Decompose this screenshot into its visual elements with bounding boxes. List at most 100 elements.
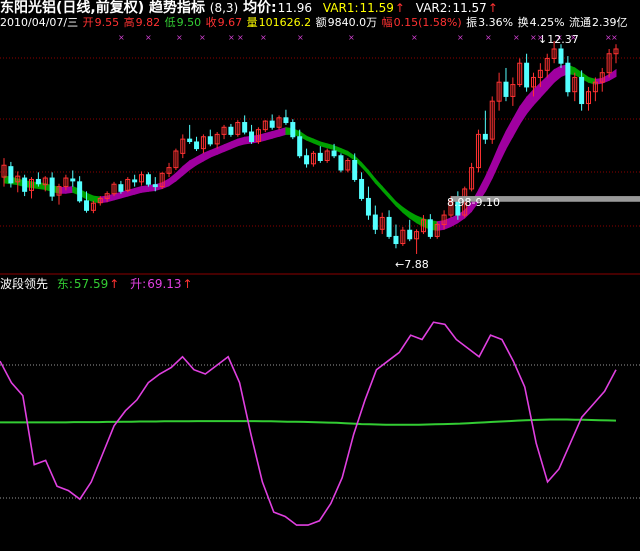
band-segment bbox=[546, 68, 555, 92]
band-segment bbox=[223, 141, 232, 153]
signal-marker: × bbox=[199, 33, 206, 42]
amount-value: 9840.0万 bbox=[327, 16, 378, 29]
candle-body bbox=[118, 184, 124, 192]
candle-body bbox=[269, 120, 275, 128]
candle-body bbox=[565, 62, 571, 93]
candle-body bbox=[407, 229, 413, 240]
candle-body bbox=[242, 122, 248, 133]
band-segment bbox=[532, 81, 541, 107]
band-segment bbox=[65, 186, 74, 194]
band-segment bbox=[237, 136, 246, 147]
signal-marker: × bbox=[228, 33, 235, 42]
band-segment bbox=[436, 220, 445, 231]
signal-marker: × bbox=[176, 33, 183, 42]
var2-arrow: ↑ bbox=[487, 1, 498, 15]
var1-label: VAR1: bbox=[322, 1, 359, 15]
band-segment bbox=[99, 195, 108, 204]
signal-marker: × bbox=[411, 33, 418, 42]
low-marker-value: 7.88 bbox=[404, 258, 429, 271]
band-segment bbox=[230, 138, 239, 150]
candle-body bbox=[297, 136, 303, 157]
band-segment bbox=[539, 75, 548, 99]
band-segment bbox=[168, 172, 177, 187]
band-segment bbox=[367, 169, 376, 185]
rise-label: 升: bbox=[130, 277, 147, 291]
band-segment bbox=[58, 187, 67, 194]
candle-body bbox=[8, 166, 14, 184]
band-segment bbox=[340, 147, 349, 157]
high-marker: ↓12.37 bbox=[538, 33, 579, 46]
band-segment bbox=[141, 185, 149, 193]
amplitude-label: 振 bbox=[466, 16, 478, 29]
band-segment bbox=[127, 187, 136, 197]
volume-label: 量 bbox=[246, 16, 258, 29]
east-arrow: ↑ bbox=[109, 277, 120, 291]
close-value: 9.67 bbox=[217, 16, 243, 29]
open-label: 开 bbox=[82, 16, 94, 29]
signal-marker: × bbox=[260, 33, 267, 42]
high-marker-value: 12.37 bbox=[547, 33, 579, 46]
band-segment bbox=[395, 200, 404, 214]
oscillator-series bbox=[0, 321, 617, 526]
band-segment bbox=[519, 95, 528, 126]
candle-body bbox=[207, 136, 213, 145]
band-segment bbox=[574, 67, 583, 80]
indicator-params: (8,3) bbox=[209, 1, 239, 15]
candle-body bbox=[194, 141, 200, 150]
rise-line bbox=[0, 321, 617, 526]
band-segment bbox=[189, 156, 198, 171]
band-segment bbox=[443, 217, 452, 231]
band-segment bbox=[326, 143, 335, 151]
low-marker: ←7.88 bbox=[395, 258, 429, 271]
candle-body bbox=[249, 131, 255, 143]
band-segment bbox=[209, 146, 218, 158]
band-segment bbox=[594, 77, 603, 85]
band-segment bbox=[505, 117, 514, 151]
candle-body bbox=[338, 155, 344, 171]
candle-body bbox=[558, 48, 564, 64]
candle-body bbox=[70, 178, 76, 182]
east-line bbox=[0, 418, 617, 426]
candle-body bbox=[304, 155, 310, 165]
band-segment bbox=[216, 144, 225, 156]
quote-row: 2010/04/07/三 开9.55 高9.82 低9.50 收9.67 量10… bbox=[0, 16, 629, 30]
band-segment bbox=[409, 211, 418, 224]
candle-body bbox=[22, 177, 28, 192]
var2-label: VAR2: bbox=[415, 1, 452, 15]
signal-marker: × bbox=[297, 33, 304, 42]
turnover-value: 4.25% bbox=[529, 16, 565, 29]
turnover-label: 换 bbox=[517, 16, 529, 29]
candle-body bbox=[386, 216, 392, 237]
signal-marker: × bbox=[457, 33, 464, 42]
band-segment bbox=[587, 76, 596, 85]
high-label: 高 bbox=[123, 16, 135, 29]
avg-label: 均价: bbox=[243, 0, 277, 16]
band-segment bbox=[491, 145, 500, 179]
stock-chart[interactable]: × × × × × × × × × × × × × × × × × × × bbox=[0, 0, 640, 551]
amount-label: 额 bbox=[315, 16, 327, 29]
band-segment bbox=[202, 149, 211, 162]
candle-body bbox=[132, 179, 138, 183]
band-segment bbox=[416, 215, 424, 228]
oscillator-header: 波段领先 东:57.59↑ 升:69.13↑ bbox=[0, 277, 194, 291]
candle-body bbox=[77, 181, 83, 202]
band-segment bbox=[512, 104, 521, 139]
float-value: 2.39亿 bbox=[592, 16, 628, 29]
change-label: 幅 bbox=[381, 16, 393, 29]
low-label: 低 bbox=[164, 16, 176, 29]
candle-body bbox=[283, 117, 289, 124]
change-value: 0.15(1.58%) bbox=[393, 16, 462, 29]
candle-body bbox=[579, 76, 585, 105]
candle-body bbox=[365, 197, 371, 216]
band-segment bbox=[374, 177, 383, 192]
band-segment bbox=[381, 185, 390, 200]
signal-marker: × bbox=[348, 33, 355, 42]
signal-marker: × bbox=[118, 33, 125, 42]
band-segment bbox=[264, 130, 273, 141]
float-label: 流通 bbox=[569, 16, 592, 29]
east-value: 57.59 bbox=[73, 277, 109, 291]
rise-value: 69.13 bbox=[147, 277, 182, 291]
band-segment bbox=[450, 214, 459, 228]
signal-marker: × bbox=[611, 33, 618, 42]
candle-body bbox=[359, 178, 365, 199]
